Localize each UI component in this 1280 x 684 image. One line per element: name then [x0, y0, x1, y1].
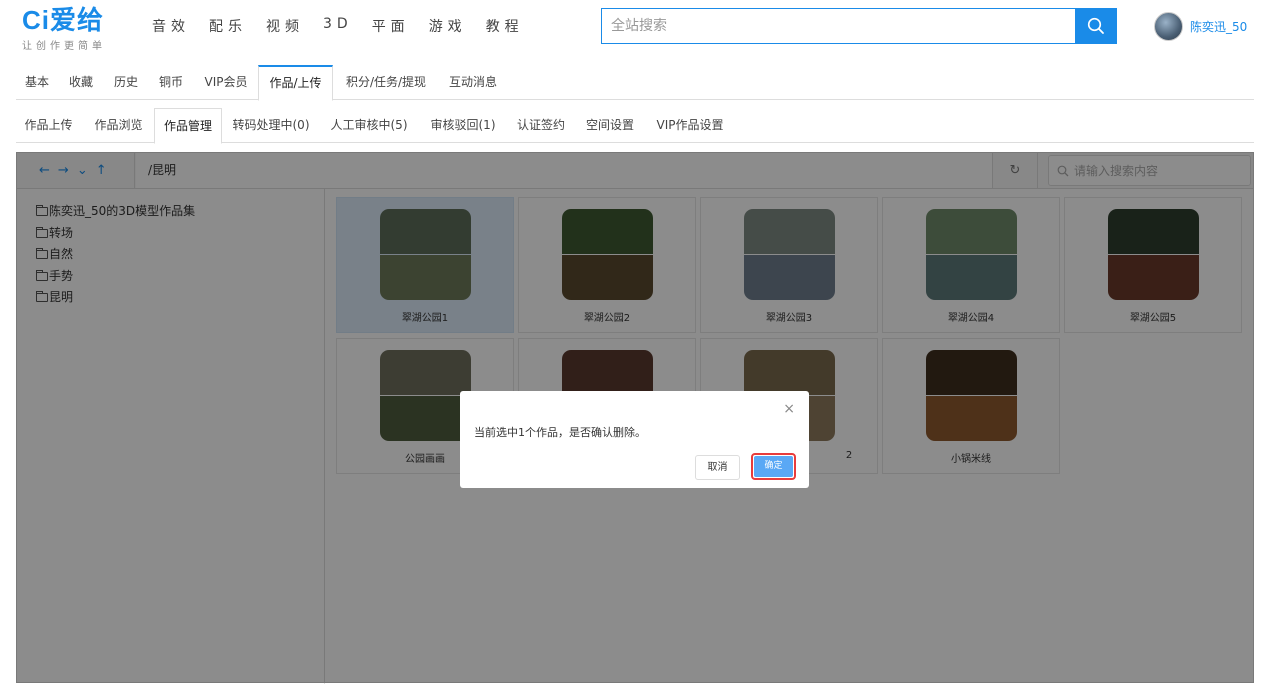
site-search-input[interactable] [602, 9, 1075, 43]
site-search [601, 8, 1117, 44]
tab-upload-work[interactable]: 作品上传 [16, 108, 81, 143]
tab-rejected[interactable]: 审核驳回(1) [423, 108, 503, 143]
nav-item-music[interactable]: 配乐 [209, 16, 247, 36]
delete-confirm-dialog: × 当前选中1个作品，是否确认删除。 取消 确定 [460, 391, 809, 488]
tab-basic[interactable]: 基本 [16, 65, 58, 100]
search-button[interactable] [1075, 9, 1116, 43]
username[interactable]: 陈奕迅_50 [1190, 18, 1247, 35]
confirm-button-label: 确定 [754, 456, 793, 477]
cancel-button[interactable]: 取消 [695, 455, 740, 480]
tab-manual-review[interactable]: 人工审核中(5) [323, 108, 415, 143]
nav-item-video[interactable]: 视频 [266, 16, 304, 36]
nav-item-audio[interactable]: 音效 [152, 16, 190, 36]
tab-browse-work[interactable]: 作品浏览 [86, 108, 151, 143]
tab-space-settings[interactable]: 空间设置 [579, 108, 641, 143]
tab-manage-work[interactable]: 作品管理 [154, 108, 222, 144]
dialog-message: 当前选中1个作品，是否确认删除。 [474, 426, 646, 439]
nav-item-game[interactable]: 游戏 [429, 16, 467, 36]
tab-certification[interactable]: 认证签约 [510, 108, 572, 143]
tab-vip-work-settings[interactable]: VIP作品设置 [648, 108, 732, 143]
user-menu[interactable]: 陈奕迅_50 [1154, 12, 1247, 41]
main-nav: 音效 配乐 视频 3D 平面 游戏 教程 [152, 16, 543, 36]
close-icon[interactable]: × [783, 402, 795, 416]
search-icon [1087, 17, 1104, 34]
nav-item-3d[interactable]: 3D [323, 16, 353, 36]
tab-messages[interactable]: 互动消息 [440, 65, 506, 100]
tab-points-tasks[interactable]: 积分/任务/提现 [336, 65, 436, 100]
works-tabs: 作品上传 作品浏览 作品管理 转码处理中(0) 人工审核中(5) 审核驳回(1)… [16, 108, 1254, 144]
tab-transcoding[interactable]: 转码处理中(0) [225, 108, 317, 143]
tab-works-upload[interactable]: 作品/上传 [258, 65, 333, 101]
avatar[interactable] [1154, 12, 1183, 41]
logo-slogan: 让创作更简单 [22, 41, 106, 52]
tab-vip[interactable]: VIP会员 [195, 65, 257, 100]
nav-item-tutorial[interactable]: 教程 [486, 16, 524, 36]
nav-item-graphic[interactable]: 平面 [372, 16, 410, 36]
site-logo[interactable]: Ci爱给 让创作更简单 [22, 6, 106, 52]
account-tabs: 基本 收藏 历史 铜币 VIP会员 作品/上传 积分/任务/提现 互动消息 [16, 65, 1254, 101]
site-header: Ci爱给 让创作更简单 音效 配乐 视频 3D 平面 游戏 教程 陈奕迅_50 [0, 0, 1280, 56]
tab-history[interactable]: 历史 [104, 65, 148, 100]
tab-favorites[interactable]: 收藏 [60, 65, 102, 100]
confirm-button[interactable]: 确定 [751, 453, 796, 480]
tab-coins[interactable]: 铜币 [149, 65, 193, 100]
logo-mark: Ci爱给 [22, 5, 105, 35]
